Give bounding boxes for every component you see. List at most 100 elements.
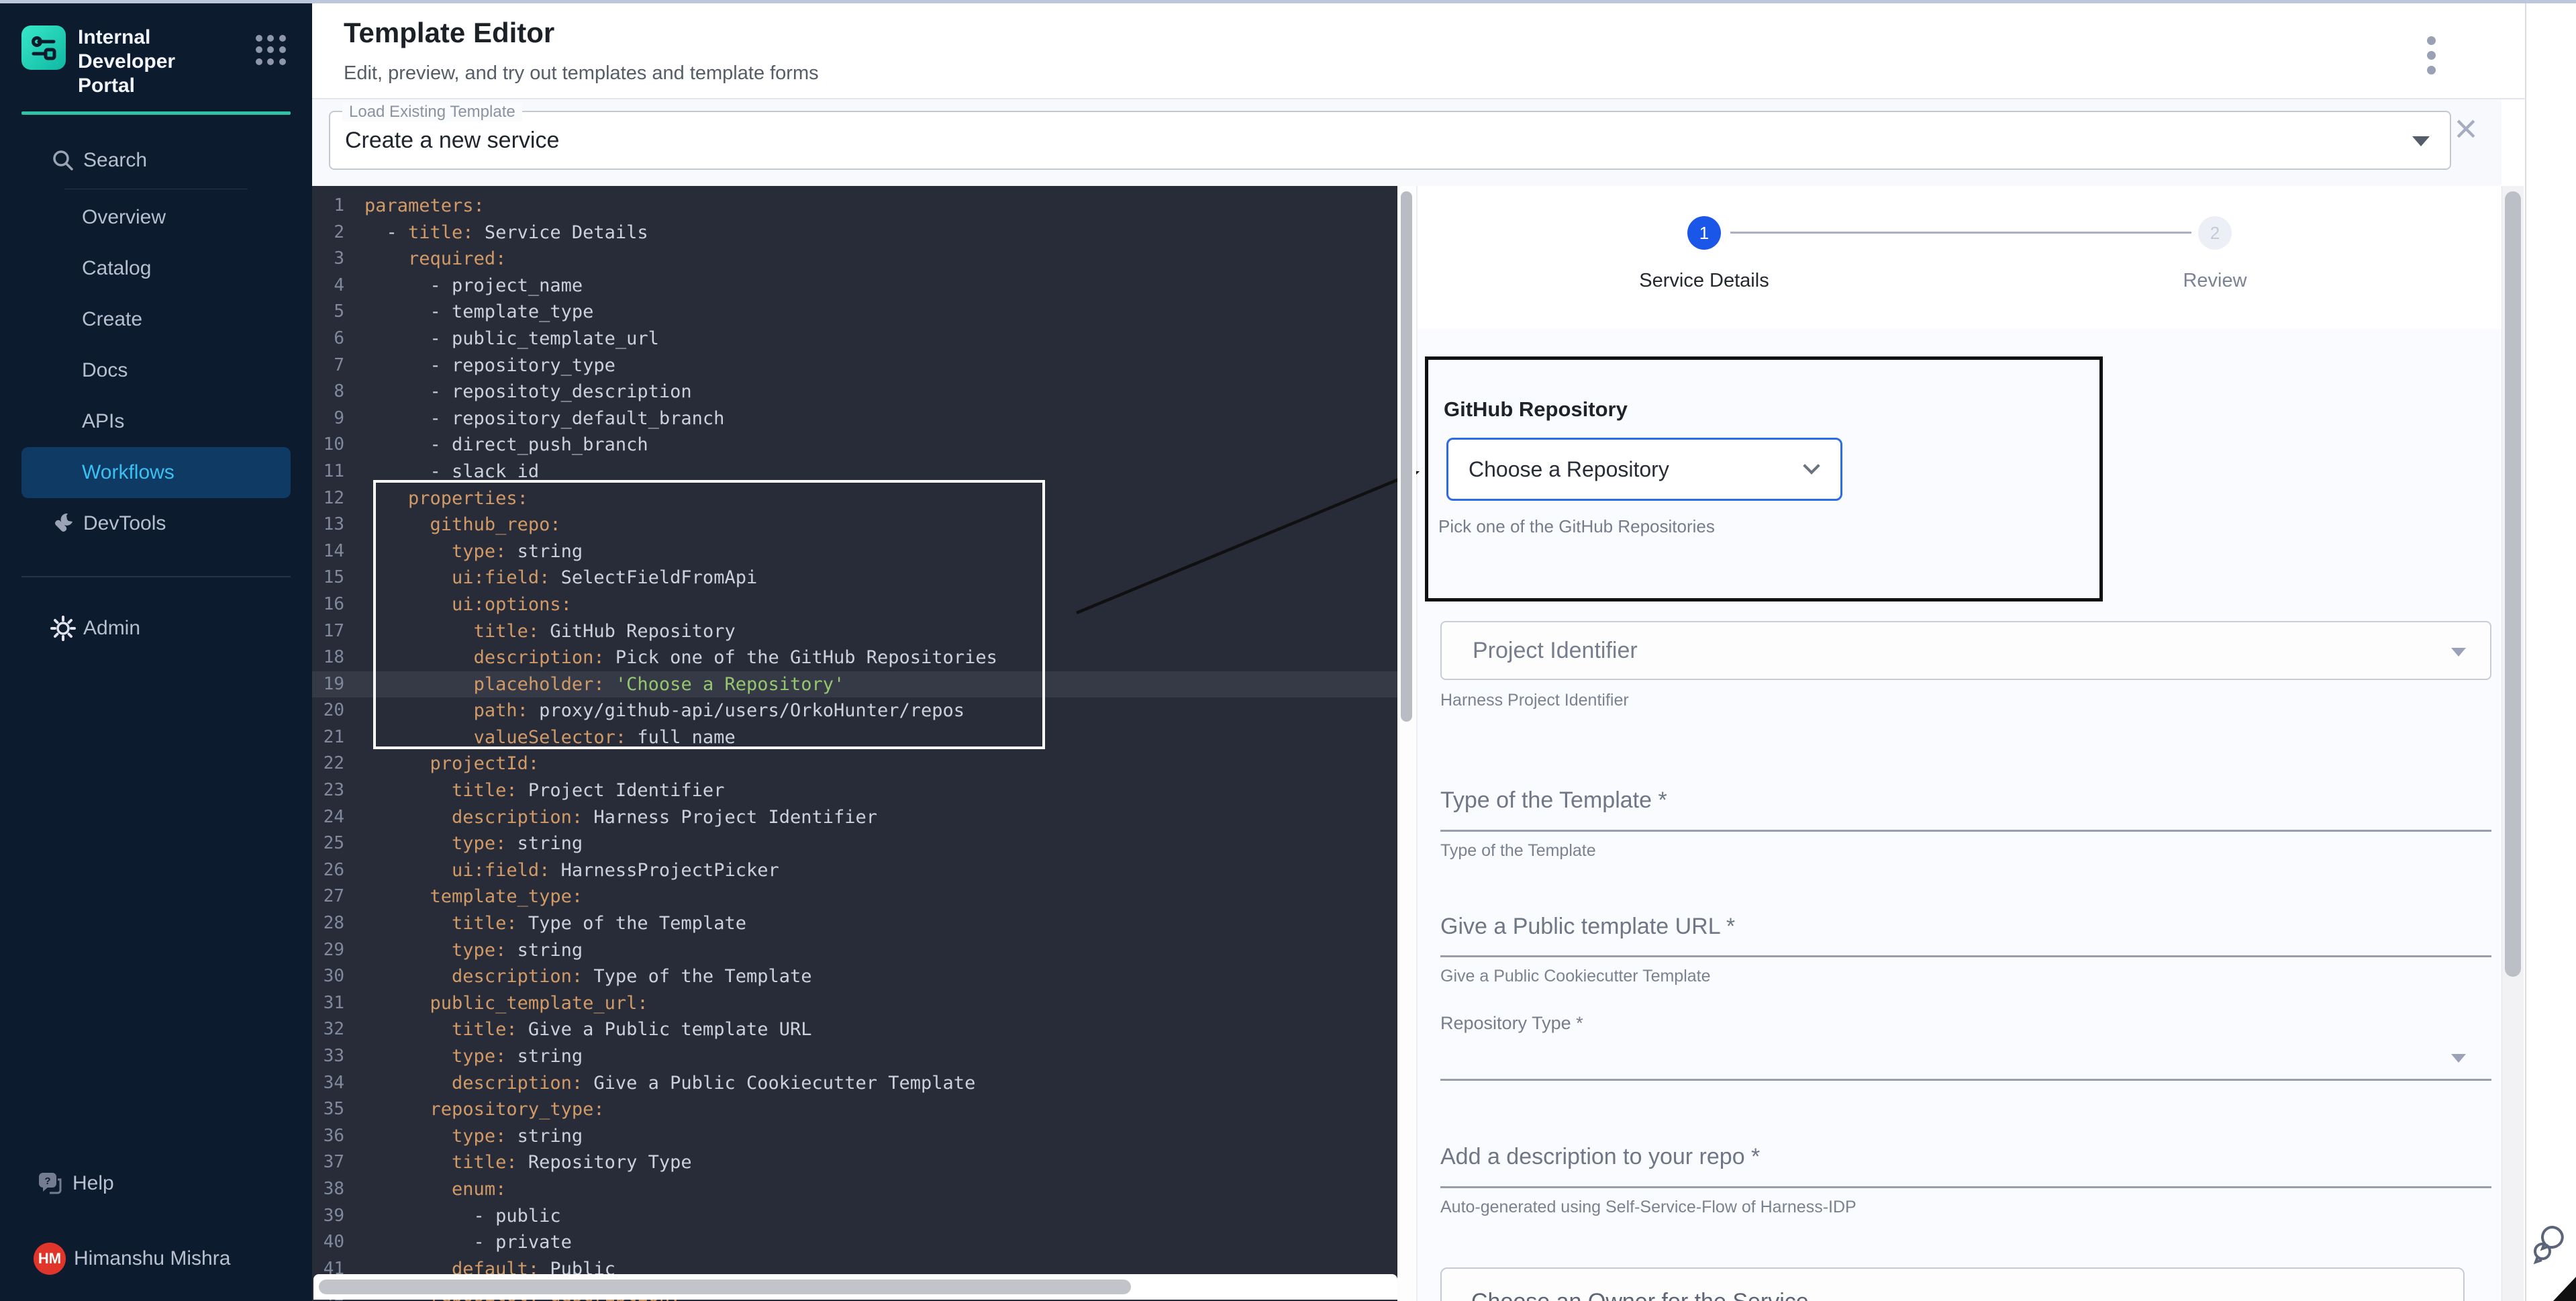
code-line: 38 enum: <box>312 1176 1397 1203</box>
sidebar-item-docs[interactable]: Docs <box>21 345 291 396</box>
line-number: 11 <box>312 459 364 485</box>
code-line: 4 - project_name <box>312 273 1397 299</box>
line-number: 2 <box>312 220 364 246</box>
sidebar-item-help[interactable]: ? Help <box>21 1158 291 1209</box>
public-template-url-helper: Give a Public Cookiecutter Template <box>1440 967 1711 986</box>
line-number: 19 <box>312 671 364 698</box>
repo-description-input[interactable] <box>1440 1186 2491 1188</box>
public-template-url-label: Give a Public template URL * <box>1440 914 1735 940</box>
code-line: 40 - private <box>312 1229 1397 1256</box>
code-line: 10 - direct_push_branch <box>312 432 1397 459</box>
code-line: 3 required: <box>312 246 1397 273</box>
github-repository-select[interactable]: Choose a Repository <box>1446 438 1842 501</box>
help-label: Help <box>72 1172 114 1195</box>
code-line: 11 - slack_id <box>312 459 1397 485</box>
load-existing-template-select[interactable]: Load Existing Template Create a new serv… <box>329 111 2451 170</box>
line-number: 24 <box>312 804 364 831</box>
sidebar-item-workflows[interactable]: Workflows <box>21 447 291 498</box>
stepper-connector <box>1730 232 2191 234</box>
sidebar-item-catalog[interactable]: Catalog <box>21 243 291 294</box>
editor-horizontal-scrollbar[interactable] <box>313 1274 1397 1300</box>
editor-vertical-scrollbar[interactable] <box>1397 186 1416 1301</box>
close-icon[interactable]: × <box>2442 105 2489 152</box>
stepper-step-1[interactable]: 1 <box>1687 216 1721 250</box>
harness-idp-logo-icon <box>21 26 66 70</box>
project-identifier-placeholder: Project Identifier <box>1473 622 1638 679</box>
project-identifier-select[interactable]: Project Identifier <box>1440 621 2491 680</box>
code-line: 39 - public <box>312 1203 1397 1230</box>
template-type-label: Type of the Template * <box>1440 787 1667 814</box>
page-subtitle: Edit, preview, and try out templates and… <box>344 62 819 85</box>
stepper-step-2[interactable]: 2 <box>2198 216 2232 250</box>
line-number: 15 <box>312 565 364 591</box>
code-line: 2 - title: Service Details <box>312 220 1397 246</box>
code-line: 20 path: proxy/github-api/users/OrkoHunt… <box>312 697 1397 724</box>
help-chat-icon: ? <box>35 1169 64 1198</box>
repository-type-label: Repository Type * <box>1440 1013 1583 1034</box>
sidebar-item-search[interactable]: Search <box>21 135 291 186</box>
sidebar-item-label: Create <box>82 308 142 331</box>
overflow-menu-icon[interactable] <box>2418 30 2444 77</box>
code-line: 17 title: GitHub Repository <box>312 618 1397 645</box>
repo-description-label: Add a description to your repo * <box>1440 1144 1760 1170</box>
service-owner-select[interactable]: Choose an Owner for the Service <box>1440 1267 2465 1301</box>
line-number: 36 <box>312 1123 364 1150</box>
code-line: 21 valueSelector: full_name <box>312 724 1397 751</box>
chat-bubbles-icon[interactable] <box>2532 1222 2572 1266</box>
code-line: 34 description: Give a Public Cookiecutt… <box>312 1070 1397 1097</box>
sidebar-item-admin[interactable]: Admin <box>21 603 291 654</box>
sidebar-item-devtools[interactable]: DevTools <box>21 498 291 549</box>
template-editor-page: Internal Developer Portal Search Overview… <box>0 0 2576 1301</box>
code-line: 31 public_template_url: <box>312 990 1397 1017</box>
line-number: 10 <box>312 432 364 459</box>
sidebar-item-create[interactable]: Create <box>21 294 291 345</box>
code-line: 24 description: Harness Project Identifi… <box>312 804 1397 831</box>
code-line: 9 - repository_default_branch <box>312 405 1397 432</box>
template-type-helper: Type of the Template <box>1440 841 1596 861</box>
repository-type-select[interactable] <box>1440 1079 2491 1081</box>
line-number: 18 <box>312 644 364 671</box>
line-number: 22 <box>312 751 364 777</box>
line-number: 30 <box>312 963 364 990</box>
user-name: Himanshu Mishra <box>74 1247 230 1270</box>
line-number: 21 <box>312 724 364 751</box>
line-number: 34 <box>312 1070 364 1097</box>
project-identifier-helper: Harness Project Identifier <box>1440 691 1629 710</box>
template-type-input[interactable] <box>1440 830 2491 832</box>
app-grid-icon[interactable] <box>256 35 287 66</box>
sidebar-header: Internal Developer Portal <box>0 0 312 115</box>
right-rail <box>2525 0 2576 1301</box>
sidebar-item-label: Docs <box>82 359 128 382</box>
code-line: 36 type: string <box>312 1123 1397 1150</box>
sidebar-item-label: DevTools <box>83 512 166 535</box>
service-owner-label: Choose an Owner for the Service <box>1471 1289 1809 1301</box>
code-line: 37 title: Repository Type <box>312 1149 1397 1176</box>
public-template-url-input[interactable] <box>1440 955 2491 957</box>
sidebar-item-overview[interactable]: Overview <box>21 192 291 243</box>
code-line: 16 ui:options: <box>312 591 1397 618</box>
line-number: 9 <box>312 405 364 432</box>
template-loader-band: Load Existing Template Create a new serv… <box>312 99 2501 186</box>
stepper-label-service-details: Service Details <box>1553 270 1855 292</box>
sidebar-item-apis[interactable]: APIs <box>21 396 291 447</box>
form-panel-scrollbar[interactable] <box>2501 186 2524 1301</box>
code-line: 5 - template_type <box>312 299 1397 326</box>
code-line: 8 - repositoty_description <box>312 379 1397 405</box>
line-number: 28 <box>312 910 364 937</box>
code-line: 18 description: Pick one of the GitHub R… <box>312 644 1397 671</box>
sidebar-nav: Search OverviewCatalog Create Docs APIsWorkf… <box>0 135 312 654</box>
line-number: 39 <box>312 1203 364 1230</box>
yaml-code-editor[interactable]: 1parameters:2 - title: Service Details3 … <box>312 186 1397 1301</box>
dropdown-caret-icon <box>2451 1054 2466 1063</box>
line-number: 17 <box>312 618 364 645</box>
code-line: 19 placeholder: 'Choose a Repository' <box>312 671 1397 698</box>
dropdown-caret-icon <box>2412 136 2430 146</box>
sidebar-user[interactable]: HM Himanshu Mishra <box>21 1233 291 1284</box>
code-line: 15 ui:field: SelectFieldFromApi <box>312 565 1397 591</box>
sidebar-item-label: Admin <box>83 617 140 640</box>
line-number: 32 <box>312 1016 364 1043</box>
code-line: 29 type: string <box>312 937 1397 964</box>
line-number: 37 <box>312 1149 364 1176</box>
line-number: 7 <box>312 352 364 379</box>
page-title: Template Editor <box>344 17 554 49</box>
